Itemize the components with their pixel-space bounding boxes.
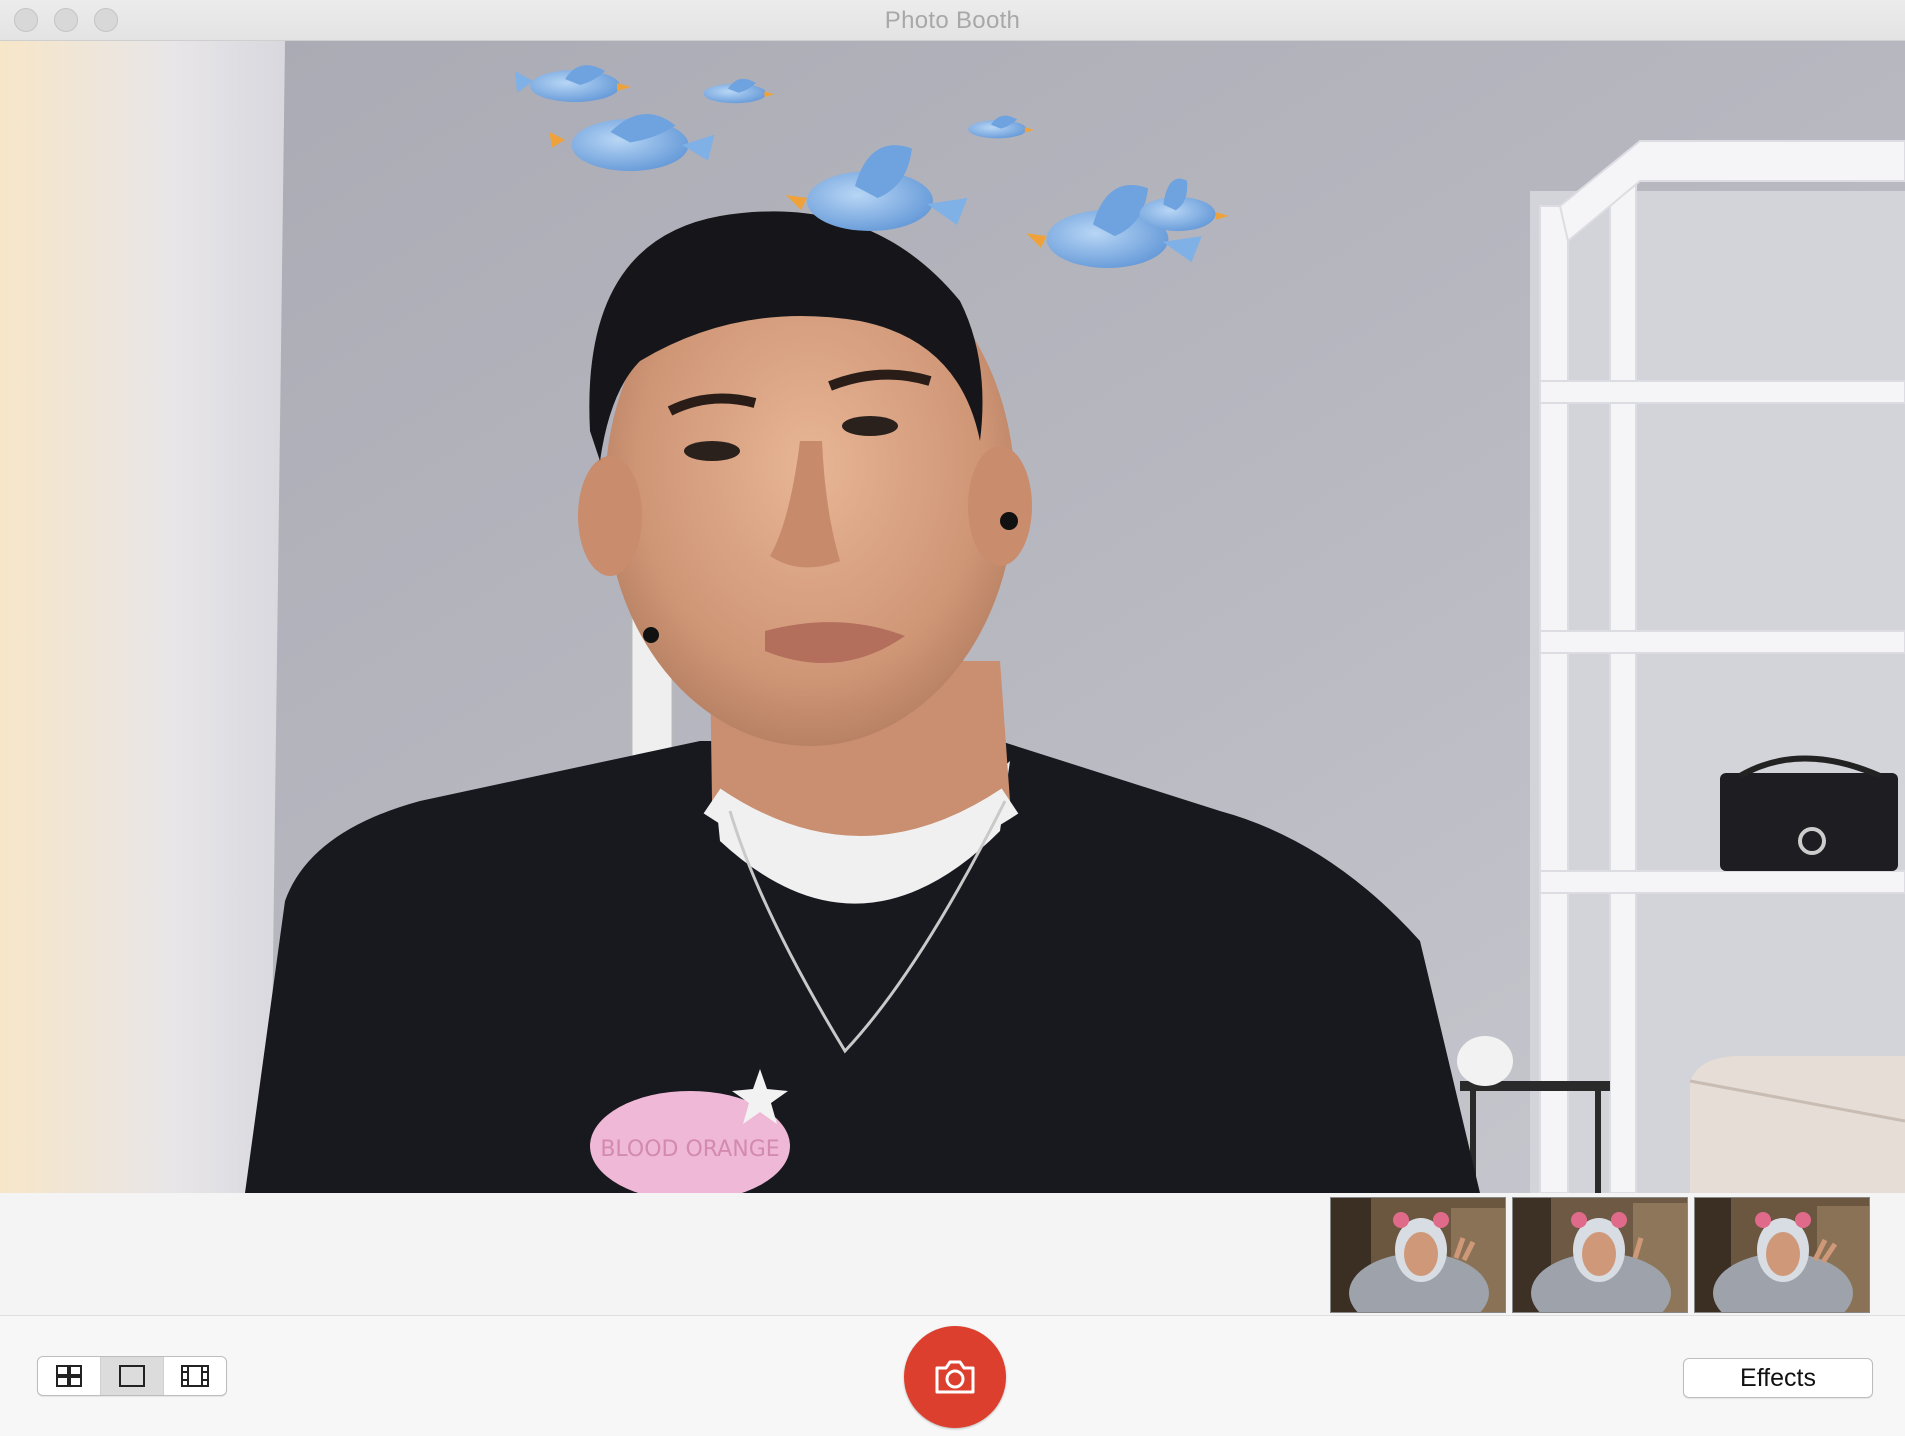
grid-four-icon <box>56 1365 82 1387</box>
bottom-toolbar: Effects <box>0 1315 1905 1436</box>
thumbnail-photo[interactable] <box>1512 1197 1688 1313</box>
thumbnail-strip <box>0 1193 1905 1315</box>
title-bar: Photo Booth <box>0 0 1905 41</box>
window-title: Photo Booth <box>884 7 1021 34</box>
thumbnail-photo[interactable] <box>1694 1197 1870 1313</box>
effects-button[interactable]: Effects <box>1683 1358 1873 1398</box>
camera-icon <box>935 1360 975 1394</box>
video-mode-button[interactable] <box>164 1357 226 1395</box>
single-frame-icon <box>119 1365 145 1387</box>
four-up-mode-button[interactable] <box>38 1357 101 1395</box>
shirt-print-text: BLOOD ORANGE <box>600 1137 779 1162</box>
camera-preview-image: BLOOD ORANGE <box>0 41 1905 1193</box>
thumbnail-image <box>1695 1198 1869 1312</box>
thumbnail-image <box>1331 1198 1505 1312</box>
layout-mode-selector <box>37 1356 227 1396</box>
thumbnail-photo[interactable] <box>1330 1197 1506 1313</box>
thumbnail-image <box>1513 1198 1687 1312</box>
camera-preview: BLOOD ORANGE <box>0 41 1905 1193</box>
single-photo-mode-button[interactable] <box>101 1357 164 1395</box>
film-strip-icon <box>181 1365 209 1387</box>
take-photo-button[interactable] <box>904 1326 1006 1428</box>
